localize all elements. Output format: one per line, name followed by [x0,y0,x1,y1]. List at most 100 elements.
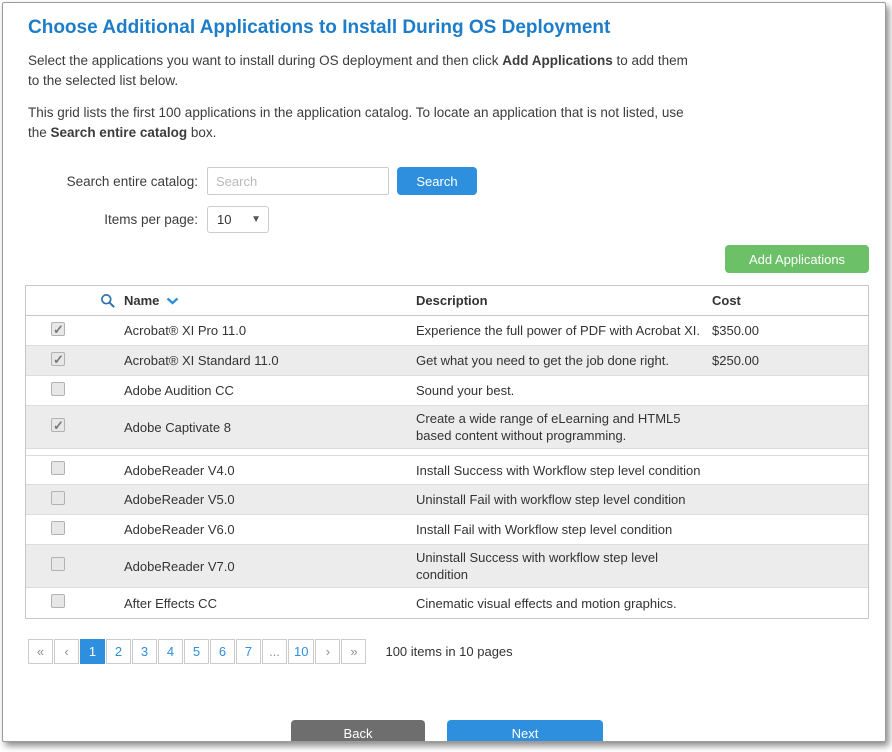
column-filter-cell [26,289,124,313]
app-cost [712,496,868,504]
row-checkbox-cell [26,348,124,374]
column-header-description[interactable]: Description [416,288,712,313]
pagination-page-button[interactable]: 2 [106,639,131,664]
pagination-nav-button[interactable]: « [28,639,53,664]
row-checkbox-cell [26,553,124,579]
app-description: Cinematic visual effects and motion grap… [416,591,712,616]
app-name: Adobe Captivate 8 [124,415,416,440]
chevron-down-icon: ▼ [251,214,261,225]
table-row: AdobeReader V7.0Uninstall Success with w… [26,545,868,588]
pager-row: «‹1234567...10›» 100 items in 10 pages [28,639,869,664]
intro-text: box. [187,125,216,140]
app-cost: $250.00 [712,348,868,373]
app-cost [712,466,868,474]
pagination-page-button[interactable]: 3 [132,639,157,664]
pagination: «‹1234567...10›» [28,639,367,664]
applications-table: Name Description Cost Acrobat® XI Pro 11… [25,285,869,619]
row-checkbox[interactable] [51,594,65,608]
row-checkbox[interactable] [51,352,65,366]
row-checkbox[interactable] [51,418,65,432]
row-checkbox[interactable] [51,557,65,571]
table-row: Acrobat® XI Standard 11.0Get what you ne… [26,346,868,376]
row-checkbox-cell [26,414,124,440]
table-row: Adobe Captivate 8Create a wide range of … [26,406,868,449]
row-checkbox-cell [26,590,124,616]
items-per-page-select[interactable]: 10 ▼ [207,206,269,233]
back-button[interactable]: Back [291,720,425,742]
row-checkbox[interactable] [51,521,65,535]
app-name: AdobeReader V5.0 [124,487,416,512]
app-description: Install Fail with Workflow step level co… [416,517,712,542]
table-row: After Effects CCCinematic visual effects… [26,588,868,618]
dialog-window: Choose Additional Applications to Instal… [2,2,886,742]
intro-bold-add-applications: Add Applications [502,53,613,68]
table-header: Name Description Cost [26,286,868,316]
app-name: After Effects CC [124,591,416,616]
intro-text: Select the applications you want to inst… [28,53,502,68]
intro-paragraph-1: Select the applications you want to inst… [28,51,693,92]
search-icon[interactable] [100,293,116,309]
app-description: Create a wide range of eLearning and HTM… [416,406,712,448]
app-description: Get what you need to get the job done ri… [416,348,712,373]
app-table-body: Acrobat® XI Pro 11.0Experience the full … [26,316,868,618]
app-description: Sound your best. [416,378,712,403]
app-cost [712,526,868,534]
app-description: Uninstall Success with workflow step lev… [416,545,712,587]
table-row: AdobeReader V6.0Install Fail with Workfl… [26,515,868,545]
app-description: Experience the full power of PDF with Ac… [416,318,712,343]
search-input[interactable] [207,167,389,195]
row-checkbox-cell [26,457,124,483]
table-row: Acrobat® XI Pro 11.0Experience the full … [26,316,868,346]
row-checkbox-cell [26,318,124,344]
row-checkbox-cell [26,517,124,543]
app-cost [712,562,868,570]
app-name: Acrobat® XI Standard 11.0 [124,348,416,373]
row-checkbox[interactable] [51,491,65,505]
row-checkbox-cell [26,378,124,404]
footer-buttons: Back Next [25,720,869,742]
pagination-page-button[interactable]: 5 [184,639,209,664]
table-row: AdobeReader V4.0Install Success with Wor… [26,455,868,485]
app-cost [712,423,868,431]
pagination-ellipsis: ... [262,639,287,664]
add-applications-button[interactable]: Add Applications [725,245,869,273]
search-button[interactable]: Search [397,167,477,195]
intro-bold-search-catalog: Search entire catalog [51,125,188,140]
table-row: AdobeReader V5.0Uninstall Fail with work… [26,485,868,515]
pagination-page-button[interactable]: 6 [210,639,235,664]
sort-descending-icon [166,297,179,305]
app-cost: $350.00 [712,318,868,343]
app-cost [712,599,868,607]
app-name: AdobeReader V7.0 [124,554,416,579]
column-header-name-label: Name [124,292,159,309]
pagination-nav-button[interactable]: › [315,639,340,664]
row-checkbox[interactable] [51,322,65,336]
search-catalog-label: Search entire catalog: [25,174,198,189]
pagination-page-button[interactable]: 4 [158,639,183,664]
pagination-summary: 100 items in 10 pages [385,644,512,659]
intro-paragraph-2: This grid lists the first 100 applicatio… [28,103,693,144]
pagination-nav-button[interactable]: » [341,639,366,664]
items-per-page-label: Items per page: [25,212,198,227]
table-row: Adobe Audition CCSound your best. [26,376,868,406]
row-checkbox[interactable] [51,461,65,475]
search-form: Search entire catalog: Search Items per … [25,167,869,233]
pagination-nav-button[interactable]: ‹ [54,639,79,664]
pagination-page-button[interactable]: 7 [236,639,261,664]
app-name: AdobeReader V4.0 [124,458,416,483]
page-title: Choose Additional Applications to Instal… [28,17,869,39]
pagination-page-button[interactable]: 10 [288,639,314,664]
row-checkbox[interactable] [51,382,65,396]
app-name: AdobeReader V6.0 [124,517,416,542]
pagination-page-button[interactable]: 1 [80,639,105,664]
app-name: Adobe Audition CC [124,378,416,403]
app-cost [712,387,868,395]
items-per-page-value: 10 [217,212,231,227]
app-name: Acrobat® XI Pro 11.0 [124,318,416,343]
row-checkbox-cell [26,487,124,513]
next-button[interactable]: Next [447,720,603,742]
column-header-cost[interactable]: Cost [712,288,868,313]
column-header-name[interactable]: Name [124,288,416,313]
app-description: Install Success with Workflow step level… [416,458,712,483]
app-description: Uninstall Fail with workflow step level … [416,487,712,512]
